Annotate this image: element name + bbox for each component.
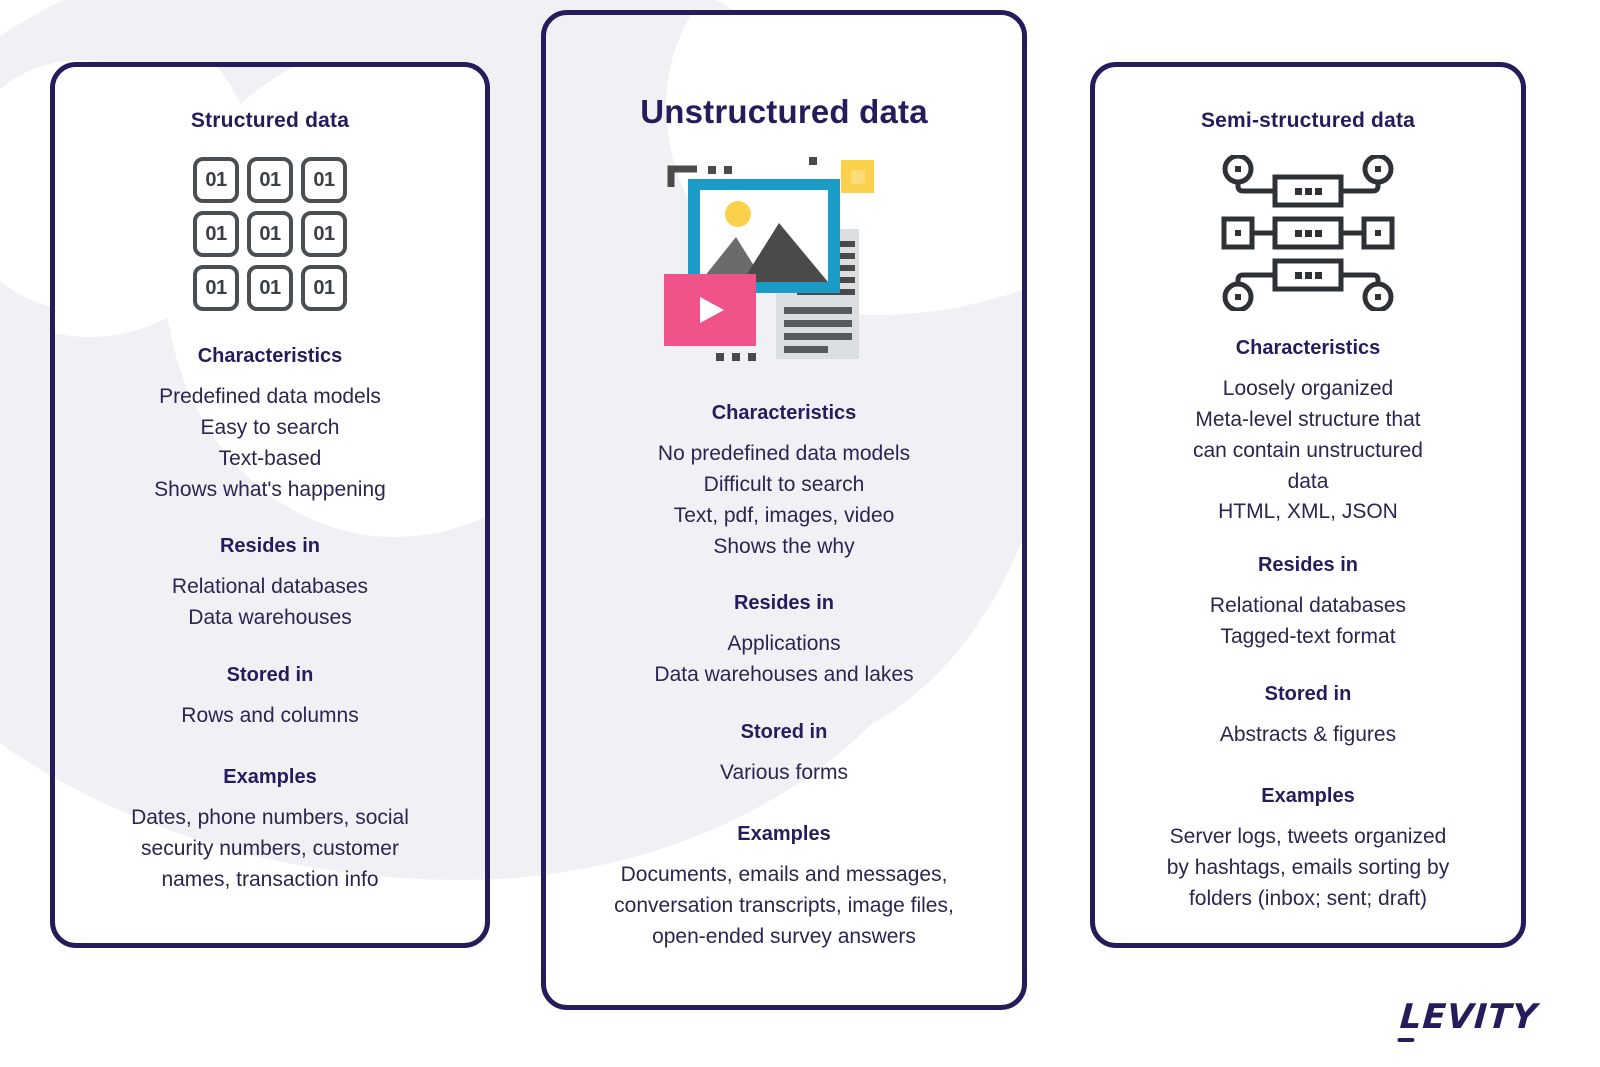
section-examples: Examples Dates, phone numbers, social se… xyxy=(55,766,485,896)
section-body: Server logs, tweets organized by hashtag… xyxy=(1113,822,1503,915)
body-line: Data warehouses and lakes xyxy=(654,663,914,687)
body-line: can contain unstructured xyxy=(1193,438,1423,462)
card-semi-structured-data[interactable]: Semi-structured data Characteristics Loo… xyxy=(1090,62,1526,948)
section-heading: Stored in xyxy=(1264,683,1352,706)
section-body: No predefined data models Difficult to s… xyxy=(564,439,1004,562)
section-body: Applications Data warehouses and lakes xyxy=(564,629,1004,691)
binary-cell: 01 xyxy=(247,211,293,257)
binary-cell: 01 xyxy=(247,157,293,203)
body-line: Loosely organized xyxy=(1222,377,1394,400)
body-line: Text-based xyxy=(218,446,322,470)
card-title-structured: Structured data xyxy=(190,109,350,132)
section-heading: Resides in xyxy=(219,535,321,558)
body-line: Meta-level structure that xyxy=(1195,407,1421,431)
body-line: Dates, phone numbers, social xyxy=(131,806,409,830)
body-line: Rows and columns xyxy=(181,704,359,728)
section-examples: Examples Server logs, tweets organized b… xyxy=(1095,785,1521,915)
section-body: Relational databases Tagged-text format xyxy=(1113,591,1503,653)
body-line: names, transaction info xyxy=(161,867,379,891)
media-files-illustration-svg xyxy=(664,157,874,361)
section-heading: Examples xyxy=(1261,784,1355,807)
section-heading: Resides in xyxy=(733,592,835,615)
body-line: folders (inbox; sent; draft) xyxy=(1188,886,1428,910)
body-line: Shows what's happening xyxy=(154,477,386,501)
card-content: Structured data 01 01 01 01 01 01 01 01 … xyxy=(55,109,485,896)
card-structured-data[interactable]: Structured data 01 01 01 01 01 01 01 01 … xyxy=(50,62,490,948)
section-heading: Examples xyxy=(737,823,831,846)
card-content: Unstructured data Characteristics No pre… xyxy=(546,93,1022,953)
section-heading: Characteristics xyxy=(1235,337,1381,359)
levity-logo-first-letter: L xyxy=(1398,997,1425,1037)
body-line: security numbers, customer xyxy=(141,836,399,860)
binary-cell: 01 xyxy=(301,157,347,203)
binary-cell: 01 xyxy=(301,265,347,311)
section-stored-in: Stored in Abstracts & figures xyxy=(1095,683,1521,751)
section-resides-in: Resides in Relational databases Tagged-t… xyxy=(1095,554,1521,653)
body-line: Predefined data models xyxy=(159,385,381,408)
card-title-semi-structured: Semi-structured data xyxy=(1200,109,1416,132)
body-line: conversation transcripts, image files, xyxy=(614,893,954,917)
body-line: Easy to search xyxy=(200,415,340,439)
binary-cell: 01 xyxy=(193,211,239,257)
section-body: Predefined data models Easy to search Te… xyxy=(73,382,467,505)
section-stored-in: Stored in Various forms xyxy=(546,721,1022,789)
section-heading: Resides in xyxy=(1257,554,1359,577)
binary-grid-icon: 01 01 01 01 01 01 01 01 01 xyxy=(193,157,347,311)
section-body: Relational databases Data warehouses xyxy=(73,572,467,634)
body-line: Abstracts & figures xyxy=(1219,723,1397,747)
binary-cell: 01 xyxy=(193,265,239,311)
section-body: Documents, emails and messages, conversa… xyxy=(564,860,1004,953)
section-body: Abstracts & figures xyxy=(1113,720,1503,751)
section-examples: Examples Documents, emails and messages,… xyxy=(546,823,1022,953)
body-line: data xyxy=(1287,469,1329,493)
infographic-canvas: Structured data 01 01 01 01 01 01 01 01 … xyxy=(0,0,1600,1067)
card-content: Semi-structured data Characteristics Loo… xyxy=(1095,109,1521,914)
body-line: Shows the why xyxy=(713,534,855,558)
body-line: Tagged-text format xyxy=(1220,625,1396,649)
card-unstructured-data[interactable]: Unstructured data Characteristics No pre… xyxy=(541,10,1027,1010)
body-line: open-ended survey answers xyxy=(652,924,916,948)
section-body: Dates, phone numbers, social security nu… xyxy=(73,803,467,896)
section-body: Loosely organized Meta-level structure t… xyxy=(1113,374,1503,528)
body-line: Various forms xyxy=(720,761,848,785)
section-heading: Characteristics xyxy=(197,345,343,367)
network-nodes-icon xyxy=(1221,155,1395,311)
body-line: HTML, XML, JSON xyxy=(1218,500,1398,524)
card-title-unstructured: Unstructured data xyxy=(640,93,928,130)
section-heading: Examples xyxy=(223,766,317,789)
body-line: Text, pdf, images, video xyxy=(673,503,895,527)
section-heading: Stored in xyxy=(740,721,828,744)
body-line: No predefined data models xyxy=(657,442,911,465)
levity-logo[interactable]: LEVITY xyxy=(1399,997,1539,1037)
binary-cell: 01 xyxy=(301,211,347,257)
body-line: Documents, emails and messages, xyxy=(620,863,948,887)
section-resides-in: Resides in Relational databases Data war… xyxy=(55,535,485,634)
binary-cell: 01 xyxy=(193,157,239,203)
body-line: Difficult to search xyxy=(703,472,865,496)
section-heading: Stored in xyxy=(226,664,314,687)
section-heading: Characteristics xyxy=(711,402,857,424)
section-characteristics: Characteristics No predefined data model… xyxy=(546,402,1022,562)
body-line: Relational databases xyxy=(1209,594,1407,618)
section-characteristics: Characteristics Loosely organized Meta-l… xyxy=(1095,337,1521,528)
body-line: Server logs, tweets organized xyxy=(1169,824,1447,848)
binary-cell: 01 xyxy=(247,265,293,311)
section-body: Rows and columns xyxy=(73,701,467,732)
body-line: Relational databases xyxy=(171,575,369,599)
levity-logo-rest: EVITY xyxy=(1421,997,1540,1037)
section-stored-in: Stored in Rows and columns xyxy=(55,664,485,732)
section-body: Various forms xyxy=(564,758,1004,789)
body-line: by hashtags, emails sorting by xyxy=(1166,855,1450,879)
section-characteristics: Characteristics Predefined data models E… xyxy=(55,345,485,505)
section-resides-in: Resides in Applications Data warehouses … xyxy=(546,592,1022,691)
body-line: Applications xyxy=(727,632,841,656)
media-files-illustration xyxy=(664,157,904,372)
body-line: Data warehouses xyxy=(188,606,352,630)
